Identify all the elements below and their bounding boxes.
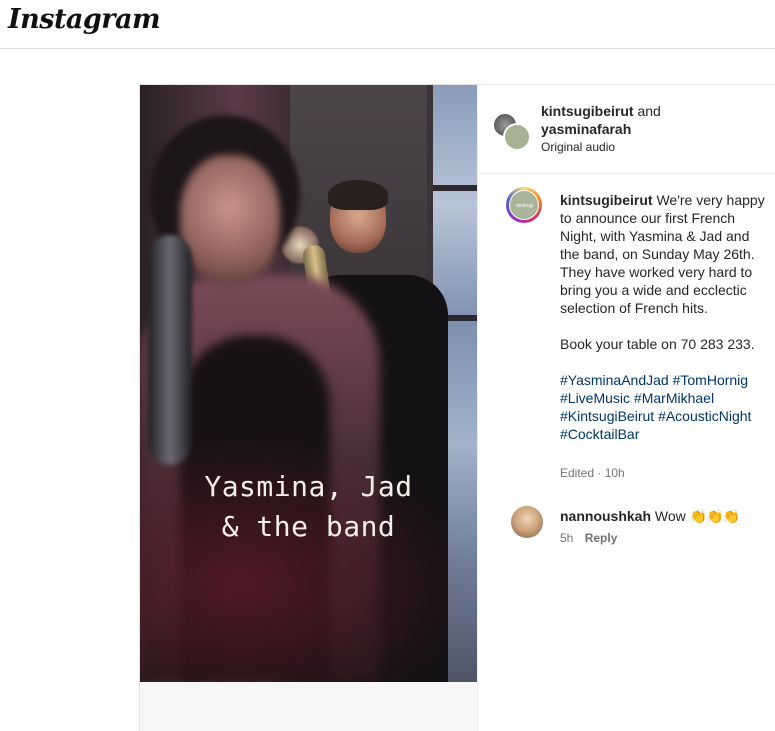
edited-label: Edited <box>560 466 595 480</box>
username-link[interactable]: kintsugibeirut <box>541 103 634 119</box>
post-caption: kintsugibeirut We're very happy to annou… <box>560 191 772 443</box>
overlay-line-2: & the band <box>221 510 396 543</box>
caption-text: We're very happy to announce our first F… <box>560 192 765 316</box>
and-text: and <box>637 103 661 119</box>
audio-link[interactable]: Original audio <box>541 140 615 154</box>
post-time[interactable]: 10h <box>605 466 625 480</box>
author-avatar[interactable]: kintsugi <box>506 187 542 223</box>
hashtag-link[interactable]: #MarMikhael <box>634 390 714 406</box>
avatar-logo-text: kintsugi <box>516 203 534 209</box>
collab-names: kintsugibeirut and yasminafarah <box>541 102 661 138</box>
hashtag-link[interactable]: #LiveMusic <box>560 390 630 406</box>
username-link[interactable]: yasminafarah <box>541 121 631 137</box>
caption-meta: Edited · 10h <box>560 466 625 480</box>
comment: nannoushkah Wow 👏👏👏 <box>560 507 740 525</box>
comment-text: Wow <box>654 508 686 524</box>
post-dialog: Yasmina, Jad & the band kintsugibeirut a… <box>139 84 775 731</box>
overlay-line-1: Yasmina, Jad <box>204 470 413 503</box>
caption-author[interactable]: kintsugibeirut <box>560 192 653 208</box>
post-header: kintsugibeirut and yasminafarah Original… <box>478 85 775 174</box>
separator: · <box>594 466 605 480</box>
media-footer <box>140 682 478 731</box>
post-video[interactable]: Yasmina, Jad & the band <box>140 85 477 682</box>
reply-button[interactable]: Reply <box>585 531 618 545</box>
video-frame <box>140 85 477 682</box>
hashtag-link[interactable]: #AcousticNight <box>658 408 751 424</box>
collab-avatars[interactable] <box>493 113 531 151</box>
video-overlay-text: Yasmina, Jad & the band <box>140 467 477 547</box>
avatar <box>503 123 531 151</box>
commenter-avatar[interactable] <box>511 506 543 538</box>
comment-author[interactable]: nannoushkah <box>560 508 651 524</box>
comment-meta: 5h Reply <box>560 531 617 545</box>
post-sidebar: kintsugibeirut and yasminafarah Original… <box>478 85 775 731</box>
top-bar: Instagram <box>0 0 775 49</box>
hashtag-link[interactable]: #TomHornig <box>673 372 748 388</box>
hashtag-link[interactable]: #YasminaAndJad <box>560 372 669 388</box>
hashtag-link[interactable]: #CocktailBar <box>560 426 639 442</box>
caption-booking: Book your table on 70 283 233. <box>560 336 755 352</box>
instagram-logo[interactable]: Instagram <box>8 4 161 35</box>
comment-time[interactable]: 5h <box>560 531 573 545</box>
hashtag-link[interactable]: #KintsugiBeirut <box>560 408 654 424</box>
hashtags: #YasminaAndJad #TomHornig #LiveMusic #Ma… <box>560 371 772 443</box>
clap-emoji-icon: 👏👏👏 <box>689 508 740 524</box>
